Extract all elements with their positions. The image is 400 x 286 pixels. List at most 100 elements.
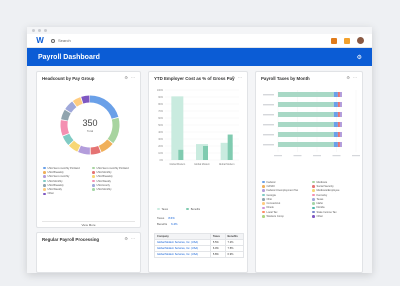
bar[interactable] — [203, 146, 208, 160]
legend-label: Workers Comp — [266, 215, 284, 219]
legend-swatch — [262, 185, 265, 188]
page-title: Payroll Dashboard — [38, 53, 100, 61]
y-tick-label: 60% — [158, 117, 164, 120]
donut-chart: 350 Total — [60, 95, 120, 155]
legend-swatch — [262, 202, 265, 205]
legend-label: Local Tax — [266, 210, 278, 214]
bar-segment[interactable] — [339, 112, 342, 117]
bar-segment[interactable] — [337, 122, 340, 127]
donut-total-label: Total — [87, 129, 94, 133]
search-box[interactable]: Search — [51, 38, 71, 43]
more-icon[interactable]: ⋯ — [238, 75, 242, 80]
regular-payroll-card: Regular Payroll Processing ⚙ ⋯ — [36, 232, 141, 273]
bar-segment[interactable] — [339, 92, 342, 97]
legend-item[interactable]: Other — [312, 214, 359, 218]
bar-segment[interactable] — [333, 122, 338, 127]
bar-segment[interactable] — [339, 132, 342, 137]
bar-segment[interactable] — [333, 92, 338, 97]
bar-segment[interactable] — [339, 102, 342, 107]
legend-item[interactable]: USA Monthly — [92, 187, 138, 191]
more-icon[interactable]: ⋯ — [353, 75, 357, 80]
bar-segment[interactable] — [337, 112, 340, 117]
legend-item[interactable]: Other — [43, 192, 89, 196]
filter-icon[interactable]: ⚙ — [124, 236, 128, 241]
filter-icon[interactable]: ⚙ — [124, 75, 128, 80]
bar-segment[interactable] — [337, 132, 340, 137]
legend-label: USA Biweekly — [96, 175, 113, 179]
x-tick-label — [274, 155, 282, 157]
bar-segment[interactable] — [333, 142, 338, 147]
inbox-icon[interactable] — [344, 37, 350, 44]
y-tick-label — [263, 124, 274, 126]
legend-swatch — [43, 188, 46, 191]
bar-segment[interactable] — [278, 122, 334, 127]
window-dot[interactable] — [38, 29, 41, 32]
filter-icon[interactable]: ⚙ — [231, 75, 235, 80]
headcount-legend: USA Semi-monthly Portland USA Semi-monthl… — [43, 166, 138, 196]
legend-label: USA Semi-monthly — [47, 175, 70, 179]
window-dot[interactable] — [32, 29, 35, 32]
top-icons — [331, 37, 364, 44]
bar-segment[interactable] — [339, 142, 342, 147]
x-tick-label: Global Modern — [219, 163, 235, 166]
window-controls — [32, 29, 47, 32]
legend-label: USA Monthly — [96, 170, 112, 174]
gear-icon[interactable]: ⚙ — [357, 54, 362, 61]
avatar[interactable] — [357, 37, 364, 44]
legend-swatch — [262, 210, 265, 214]
bar-segment[interactable] — [278, 132, 334, 137]
view-more-link[interactable]: View More — [42, 221, 135, 227]
legend-swatch — [312, 202, 315, 205]
taxes-legend: Federal Medicare OASDI Social Security Feder… — [262, 180, 359, 219]
legend-label: Taxes — [161, 207, 169, 211]
bar-segment[interactable] — [333, 132, 338, 137]
legend-label: Other — [316, 215, 324, 219]
bar-segment[interactable] — [333, 102, 338, 107]
table-row: Global Modern Services, Inc. (USA) 5.8% … — [154, 251, 245, 258]
legend-swatch — [157, 207, 160, 211]
ytd-legend: Taxes Benefits — [157, 207, 200, 211]
bar-segment[interactable] — [278, 92, 334, 97]
legend-swatch — [312, 185, 315, 188]
x-tick-label — [293, 155, 302, 157]
bar[interactable] — [178, 149, 184, 160]
legend-item[interactable]: Workers Comp — [262, 214, 309, 218]
card-title: Payroll Taxes by Month — [261, 76, 310, 81]
bar-segment[interactable] — [337, 142, 340, 147]
bar-segment[interactable] — [337, 102, 340, 107]
legend-label: Idaho — [316, 202, 324, 206]
bar-segment[interactable] — [339, 122, 342, 127]
bar-segment[interactable] — [333, 112, 338, 117]
notifications-icon[interactable] — [331, 37, 337, 44]
card-actions: ⚙ ⋯ — [124, 236, 135, 241]
y-tick-label: 40% — [158, 131, 164, 134]
ytd-card: YTD Employer Cost as % of Gross Pay ⚙ ⋯ … — [148, 71, 248, 273]
card-actions: ⚙ ⋯ — [124, 75, 135, 80]
bar-segment[interactable] — [278, 142, 334, 147]
y-tick-label: 0% — [160, 159, 164, 162]
benefits-kpi: Benefits 6.4% — [157, 222, 177, 226]
kpi-label: Benefits — [157, 222, 168, 226]
legend-swatch — [43, 171, 46, 174]
company-link[interactable]: Global Modern Services, Inc. (USA) — [154, 251, 211, 258]
legend-swatch — [262, 193, 265, 197]
bar[interactable] — [227, 134, 233, 160]
legend-swatch — [262, 206, 265, 210]
legend-label: Medicare/Employee — [316, 189, 340, 193]
window-dot[interactable] — [44, 29, 47, 32]
bar-segment[interactable] — [278, 112, 334, 117]
more-icon[interactable]: ⋯ — [131, 236, 135, 241]
kpi-value: 8.6% — [168, 216, 175, 220]
filter-icon[interactable]: ⚙ — [346, 75, 350, 80]
y-tick-label — [263, 114, 274, 116]
bar-segment[interactable] — [278, 102, 334, 107]
card-title: Headcount by Pay Group — [42, 76, 95, 81]
y-tick-label: 70% — [158, 110, 164, 113]
legend-swatch — [312, 210, 315, 214]
legend-label: Federal — [266, 180, 276, 184]
legend-label: OASDI — [266, 184, 275, 188]
more-icon[interactable]: ⋯ — [131, 75, 135, 80]
y-tick-label — [263, 144, 274, 146]
home-logo[interactable]: W — [35, 36, 45, 46]
bar-segment[interactable] — [337, 92, 340, 97]
